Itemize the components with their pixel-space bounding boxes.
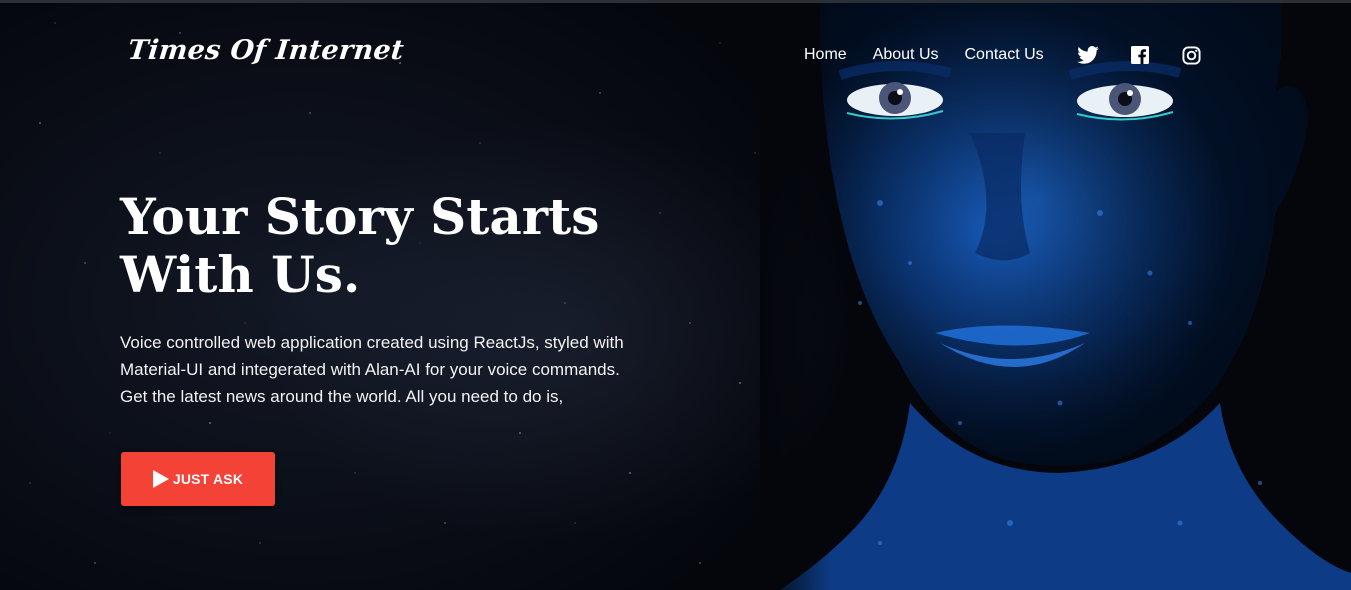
blue-face-artwork bbox=[760, 3, 1351, 590]
facebook-icon[interactable] bbox=[1128, 43, 1152, 67]
play-icon bbox=[152, 470, 169, 488]
just-ask-button[interactable]: JUST ASK bbox=[121, 452, 275, 506]
hero-description-line-2: Material-UI and integerated with Alan-AI… bbox=[120, 360, 620, 379]
hero-headline-line-2: With Us. bbox=[120, 245, 361, 304]
instagram-icon[interactable] bbox=[1180, 43, 1204, 67]
hero-description-line-1: Voice controlled web application created… bbox=[120, 333, 624, 352]
nav-link-home[interactable]: Home bbox=[804, 43, 847, 67]
hero-section: Times Of Internet Home About Us Contact … bbox=[0, 3, 1351, 590]
hero-description-line-3: Get the latest news around the world. Al… bbox=[120, 387, 564, 406]
top-navigation: Home About Us Contact Us bbox=[790, 43, 1226, 67]
nav-link-about-us[interactable]: About Us bbox=[873, 43, 939, 67]
hero-headline: Your Story Starts With Us. bbox=[120, 188, 640, 304]
hero-headline-line-1: Your Story Starts bbox=[120, 187, 600, 246]
hero-description: Voice controlled web application created… bbox=[120, 329, 680, 410]
just-ask-label: JUST ASK bbox=[172, 471, 244, 487]
twitter-icon[interactable] bbox=[1076, 43, 1100, 67]
brand-logo[interactable]: Times Of Internet bbox=[126, 35, 405, 66]
nav-link-contact-us[interactable]: Contact Us bbox=[965, 43, 1044, 67]
